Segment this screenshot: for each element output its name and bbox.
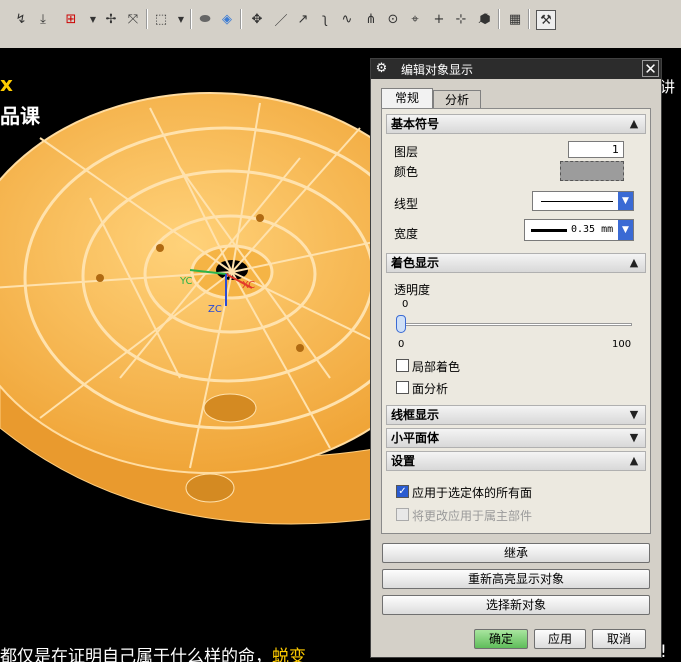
axis-label-xc: XC [242,280,256,291]
cancel-button[interactable]: 取消 [592,629,646,649]
tab-general[interactable]: 常规 [381,88,433,109]
circle-point-icon[interactable]: ⊙ [384,10,402,28]
chevron-down-icon[interactable]: ▼ [626,430,642,446]
move-arrow-icon[interactable]: ↯ [12,10,30,28]
point-icon[interactable]: ⌖ [406,10,424,28]
axis-label-zc: ZC [208,304,222,315]
close-button[interactable]: ✕ [642,60,659,78]
subtitle-text-main: 都仅是在证明自己属于什么样的命， [0,647,272,662]
section-header-shading[interactable]: 着色显示 ▲ [386,253,646,273]
pan-icon[interactable]: ⤧ [124,10,142,28]
drag-tool-icon[interactable]: ⤓ [34,10,52,28]
inherit-button[interactable]: 继承 [382,543,650,563]
linetype-select[interactable]: ▼ [532,191,634,211]
general-tab-panel: 基本符号 ▲ 图层 1 颜色 线型 ▼ 宽度 0.35 mm ▼ 着色显示 ▲ … [381,108,651,534]
partial-shading-label: 局部着色 [412,360,461,374]
ok-button[interactable]: 确定 [474,629,528,649]
rectangle-select-icon[interactable]: ⬚ [152,10,170,28]
line-icon[interactable]: ／ [272,10,290,29]
section-title: 小平面体 [391,431,440,445]
transform-icon[interactable]: ✢ [102,10,120,28]
grid-icon[interactable]: ▦ [506,10,524,28]
chevron-up-icon[interactable]: ▲ [626,255,642,271]
toolbar-row-2 [0,36,681,48]
layer-input[interactable]: 1 [568,141,624,158]
subtitle-text-highlight: 蜕变 [272,647,306,662]
section-header-facets[interactable]: 小平面体 ▼ [386,428,646,448]
slider-max-label: 100 [612,339,632,350]
cube-icon[interactable]: ◈ [218,10,236,28]
gear-icon[interactable]: ⚙ [374,61,389,76]
curve-icon[interactable]: ʅ [316,10,334,28]
color-swatch[interactable] [560,161,624,181]
section-title: 线框显示 [391,408,440,422]
section-title: 基本符号 [391,117,440,131]
axis-label-yc: YC [180,276,193,287]
layer-label: 图层 [394,145,419,159]
chevron-up-icon[interactable]: ▲ [626,116,642,132]
width-value: 0.35 mm [571,224,614,235]
width-label: 宽度 [394,227,419,241]
section-header-basic-symbol[interactable]: 基本符号 ▲ [386,114,646,134]
edit-object-display-dialog: ⚙ 编辑对象显示 ✕ 常规 分析 基本符号 ▲ 图层 1 颜色 线型 ▼ 宽度 … [370,58,662,658]
move-handle-icon[interactable]: ✥ [248,10,266,28]
linetype-label: 线型 [394,197,419,211]
tab-analysis[interactable]: 分析 [433,90,481,108]
chevron-up-icon[interactable]: ▲ [626,453,642,469]
apply-button[interactable]: 应用 [534,629,586,649]
transparency-slider-track[interactable] [400,323,632,326]
color-label: 颜色 [394,165,419,179]
face-analysis-checkbox[interactable] [396,381,409,394]
arc-icon[interactable]: ↗ [294,10,312,28]
transparency-slider-handle[interactable] [396,315,406,333]
main-toolbar: ↯ ⤓ ⊞ ▼ ✢ ⤧ ⬚ ▼ ⬬ ◈ ✥ ／ ↗ ʅ ∿ ⋔ ⊙ ⌖ + ⊹ … [0,0,681,48]
plus-icon[interactable]: + [430,10,448,28]
chevron-down-icon[interactable]: ▼ [626,407,642,423]
toolbar-separator [190,9,192,29]
spline-icon[interactable]: ∿ [338,10,356,28]
toolbar-separator [528,9,530,29]
tools-icon[interactable]: ⚒ [536,10,556,30]
transparency-value: 0 [402,299,409,310]
section-title: 着色显示 [391,256,440,270]
chevron-down-icon[interactable]: ▼ [618,220,633,240]
extend-icon[interactable]: ⊹ [452,10,470,28]
section-header-settings[interactable]: 设置 ▲ [386,451,646,471]
toolbar-separator [146,9,148,29]
apply-all-faces-checkbox[interactable]: ✓ [396,485,409,498]
subtitle-text: 都仅是在证明自己属于什么样的命，蜕变 [0,642,306,662]
partial-shading-checkbox[interactable] [396,359,409,372]
snap-point-icon[interactable]: ⊞ [62,10,80,28]
dropdown-arrow-icon[interactable]: ▼ [84,10,102,28]
slider-min-label: 0 [398,339,405,350]
apply-owner-part-checkbox[interactable] [396,508,409,521]
surface-icon[interactable]: ⬢ [476,10,494,28]
width-select[interactable]: 0.35 mm ▼ [524,219,634,241]
section-title: 设置 [391,454,416,468]
chevron-down-icon[interactable]: ▼ [618,192,633,210]
dropdown-arrow-icon[interactable]: ▼ [172,10,190,28]
apply-all-faces-label: 应用于选定体的所有面 [412,486,533,500]
transparency-label: 透明度 [394,283,431,297]
section-header-wireframe[interactable]: 线框显示 ▼ [386,405,646,425]
width-line-preview [531,229,567,232]
dialog-titlebar[interactable]: ⚙ 编辑对象显示 ✕ [371,59,661,79]
linetype-solid-preview [541,201,613,202]
apply-owner-part-label: 将更改应用于属主部件 [412,509,533,523]
rehighlight-button[interactable]: 重新高亮显示对象 [382,569,650,589]
toolbar-separator [240,9,242,29]
dialog-title: 编辑对象显示 [401,63,474,77]
shaded-body-icon[interactable]: ⬬ [196,10,214,28]
toolbar-separator [498,9,500,29]
trim-icon[interactable]: ⋔ [362,10,380,28]
select-new-object-button[interactable]: 选择新对象 [382,595,650,615]
face-analysis-label: 面分析 [412,382,449,396]
